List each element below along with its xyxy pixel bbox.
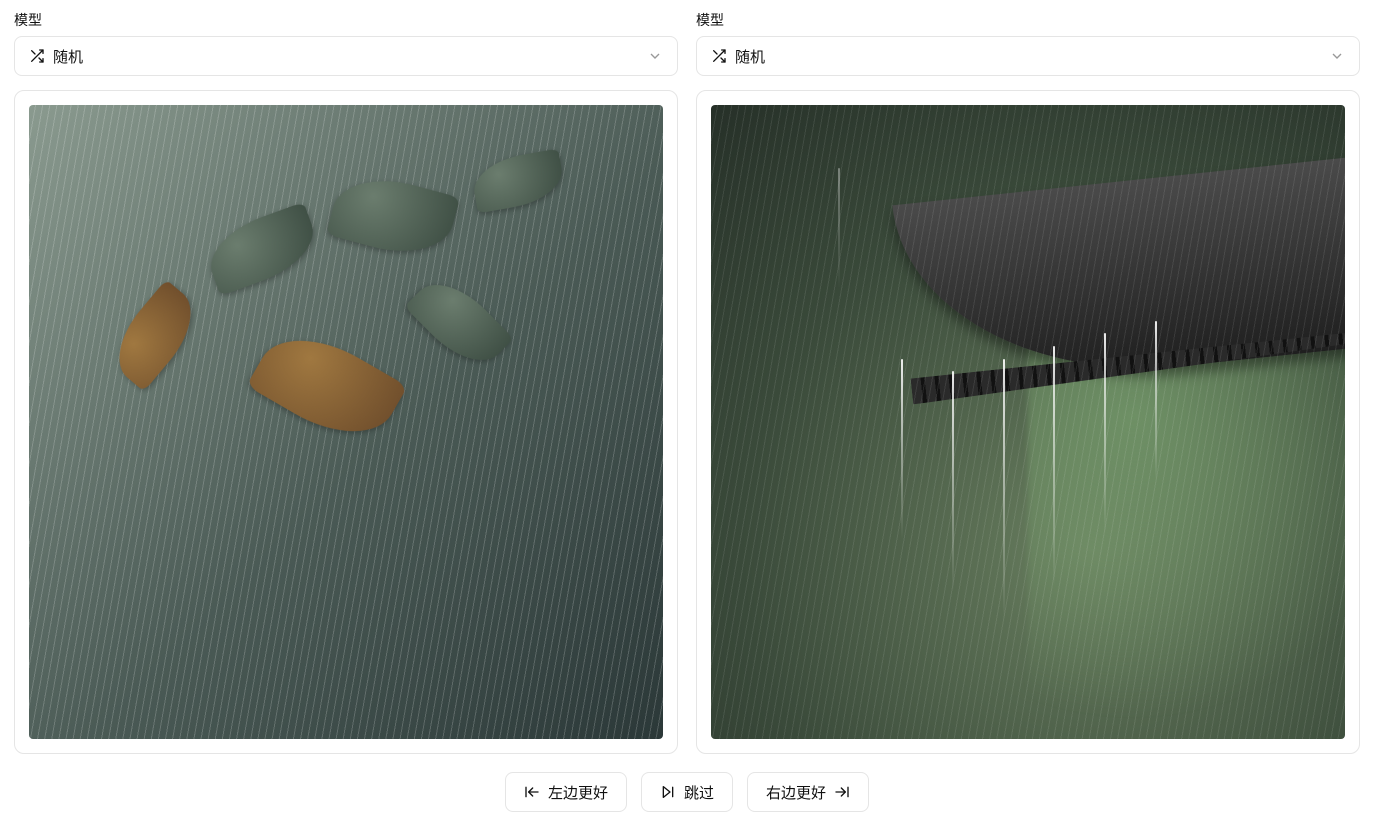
shuffle-icon xyxy=(29,48,45,64)
arrow-left-to-line-icon xyxy=(524,784,540,800)
right-model-value: 随机 xyxy=(735,46,765,67)
left-image[interactable] xyxy=(29,105,663,739)
right-image-card xyxy=(696,90,1360,754)
left-better-label: 左边更好 xyxy=(548,782,608,803)
right-model-label: 模型 xyxy=(696,10,1360,30)
shuffle-icon xyxy=(711,48,727,64)
left-model-value: 随机 xyxy=(53,46,83,67)
vote-actions: 左边更好 跳过 右边更好 xyxy=(14,772,1360,812)
left-model-label: 模型 xyxy=(14,10,678,30)
right-panel: 模型 随机 xyxy=(696,10,1360,754)
skip-forward-icon xyxy=(660,784,676,800)
skip-button[interactable]: 跳过 xyxy=(641,772,733,812)
chevron-down-icon xyxy=(1329,48,1345,64)
compare-row: 模型 随机 模型 xyxy=(14,10,1360,754)
right-better-button[interactable]: 右边更好 xyxy=(747,772,869,812)
right-image[interactable] xyxy=(711,105,1345,739)
left-image-card xyxy=(14,90,678,754)
chevron-down-icon xyxy=(647,48,663,64)
left-model-select[interactable]: 随机 xyxy=(14,36,678,76)
right-better-label: 右边更好 xyxy=(766,782,826,803)
left-better-button[interactable]: 左边更好 xyxy=(505,772,627,812)
left-panel: 模型 随机 xyxy=(14,10,678,754)
arrow-right-to-line-icon xyxy=(834,784,850,800)
right-model-select[interactable]: 随机 xyxy=(696,36,1360,76)
skip-label: 跳过 xyxy=(684,782,714,803)
